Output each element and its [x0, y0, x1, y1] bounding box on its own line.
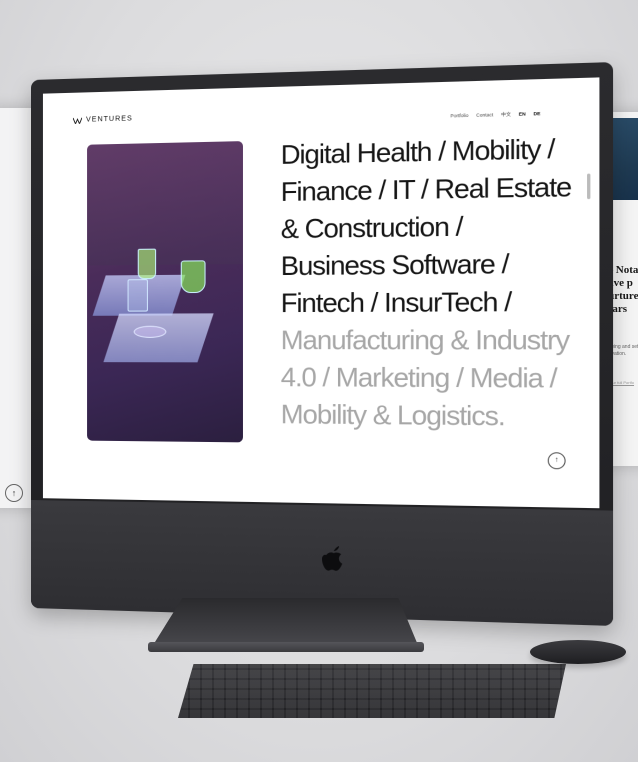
website-screen: VENTURES Portfolio Contact 中文 EN DE Digi…	[42, 77, 600, 509]
nav-item-chinese[interactable]: 中文	[501, 112, 511, 119]
nav-item-en[interactable]: EN	[519, 111, 526, 118]
keyboard	[178, 664, 566, 718]
logo-text: VENTURES	[86, 115, 133, 124]
scrollbar[interactable]	[587, 173, 591, 200]
sectors-inactive: Manufacturing & Industry 4.0 / Marketing…	[280, 323, 570, 432]
hero-photo	[87, 141, 243, 443]
apple-logo-icon	[322, 545, 343, 571]
scroll-up-button[interactable]: ↑	[547, 452, 566, 470]
scroll-up-button-left[interactable]: ↑	[5, 484, 23, 502]
nav-item-contact[interactable]: Contact	[476, 112, 493, 119]
sectors-headline: Digital Health / Mobility / Finance / IT…	[281, 129, 575, 435]
nav-item-de[interactable]: DE	[534, 111, 541, 118]
imac-display: VENTURES Portfolio Contact 中文 EN DE Digi…	[31, 62, 614, 626]
logo-mark-icon	[72, 117, 82, 124]
nav-item-portfolio[interactable]: Portfolio	[450, 113, 468, 120]
mouse	[530, 640, 626, 664]
imac-stand-base	[148, 642, 424, 652]
top-nav: Portfolio Contact 中文 EN DE	[450, 111, 540, 120]
sectors-active: Digital Health / Mobility / Finance / IT…	[280, 132, 572, 319]
site-logo[interactable]: VENTURES	[72, 115, 133, 124]
